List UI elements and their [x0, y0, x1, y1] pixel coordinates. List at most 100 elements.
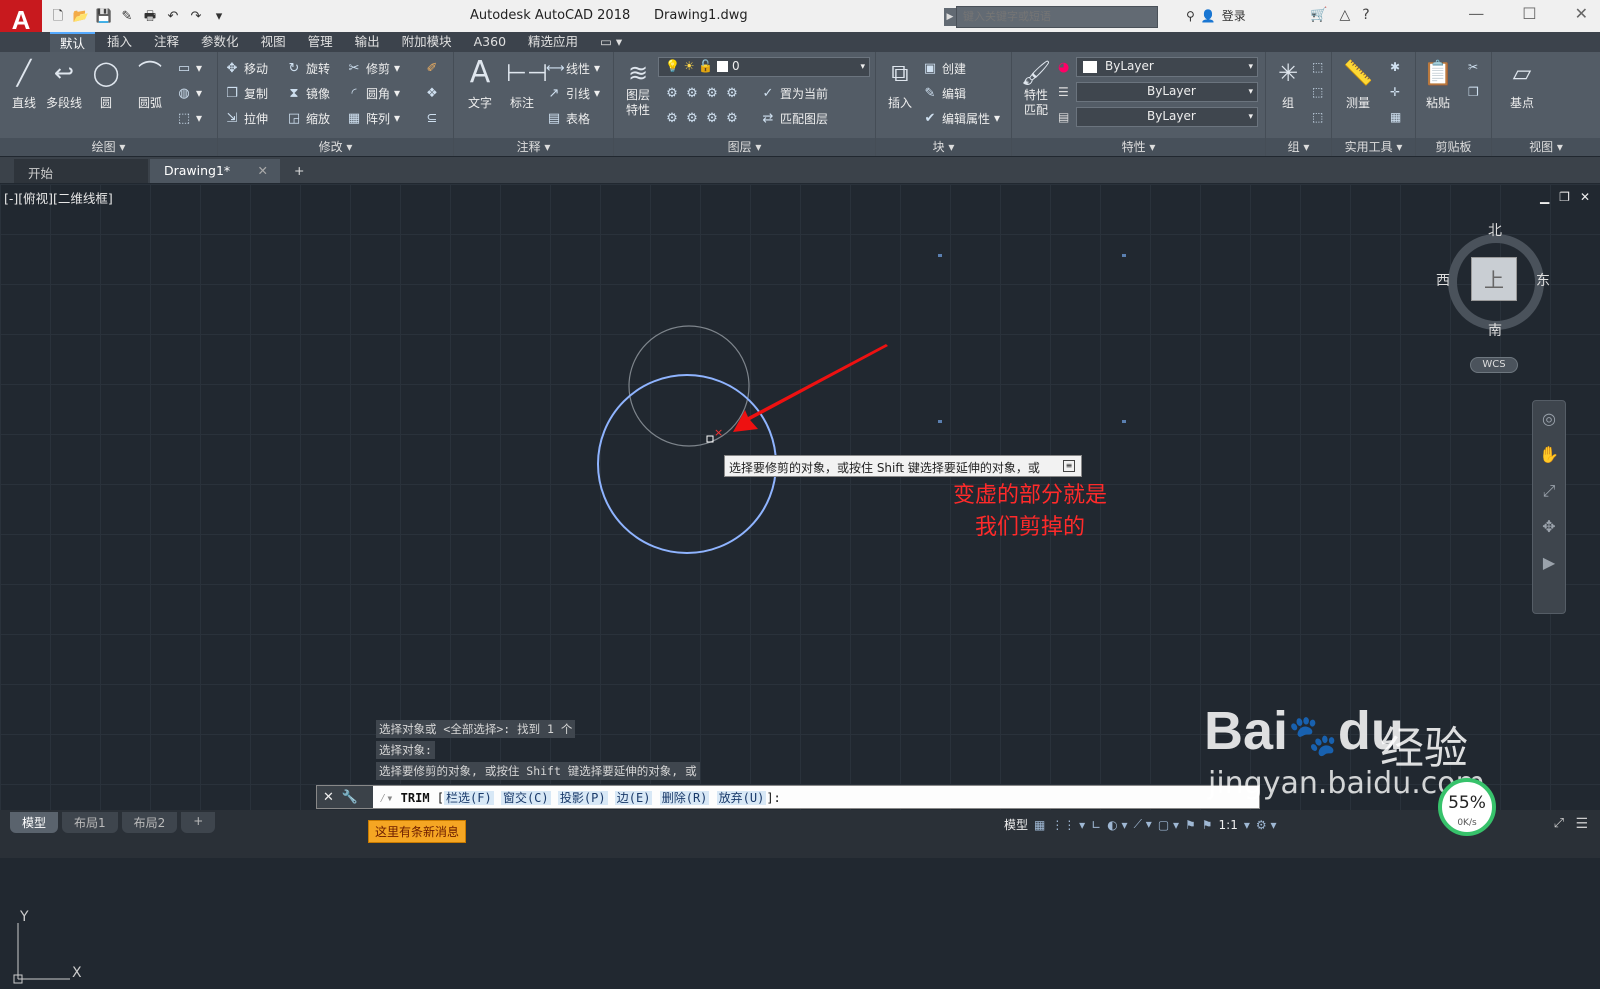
tab-default[interactable]: 默认	[50, 32, 96, 52]
pan-icon[interactable]: ✋	[1533, 437, 1565, 473]
ribbon-options-icon[interactable]: ▭ ▾	[590, 32, 632, 52]
orbit-icon[interactable]: ✥	[1533, 509, 1565, 545]
option-erase[interactable]: 删除(R)	[659, 791, 710, 805]
compass-west[interactable]: 西	[1436, 270, 1450, 290]
trim-button[interactable]: ✂ 修剪 ▾	[346, 58, 401, 78]
exchange-icon[interactable]: △	[1339, 7, 1350, 23]
command-prompt[interactable]: ⁄▾ TRIM [栏选(F) 窗交(C) 投影(P) 边(E) 删除(R) 放弃…	[379, 789, 781, 806]
help-icon[interactable]: ?	[1362, 7, 1369, 23]
workspace-gear-icon[interactable]: ⚙ ▾	[1256, 818, 1277, 832]
lineweight-icon[interactable]: ▤	[1058, 110, 1069, 124]
tab-start[interactable]: 开始	[14, 159, 148, 183]
panel-block-footer[interactable]: 块 ▾	[876, 138, 1011, 156]
dimension-button[interactable]: ⊢⊣ 标注	[500, 56, 548, 111]
panel-annotation-footer[interactable]: 注释 ▾	[454, 138, 613, 156]
viewcube-top-face[interactable]: 上	[1471, 257, 1517, 301]
option-project[interactable]: 投影(P)	[557, 791, 608, 805]
add-layout-button[interactable]: +	[181, 812, 216, 833]
point-icon[interactable]: ✛	[1390, 85, 1400, 99]
binoculars-icon[interactable]: ⚲	[1186, 9, 1195, 23]
paste-button[interactable]: 📋 粘贴	[1416, 56, 1460, 111]
ungroup-icon[interactable]: ⬚	[1312, 60, 1323, 74]
layout-tab-2[interactable]: 布局2	[121, 812, 178, 833]
close-tab-icon[interactable]: ✕	[258, 163, 268, 178]
linetype-icon[interactable]: ☰	[1058, 85, 1069, 99]
tab-parametric[interactable]: 参数化	[191, 32, 249, 52]
layout-tab-1[interactable]: 布局1	[62, 812, 118, 833]
panel-utilities-footer[interactable]: 实用工具 ▾	[1332, 138, 1415, 156]
cart-icon[interactable]: 🛒	[1310, 7, 1327, 23]
measure-button[interactable]: 📏 测量	[1336, 56, 1380, 111]
erase-button[interactable]: ✐	[424, 58, 440, 78]
compass-east[interactable]: 东	[1536, 270, 1550, 290]
close-command-icon[interactable]: ✕	[323, 790, 334, 805]
wcs-menu[interactable]: WCS	[1470, 357, 1518, 373]
calculator-icon[interactable]: ▦	[1390, 110, 1401, 124]
tab-a360[interactable]: A360	[464, 32, 516, 52]
new-file-icon[interactable]: 🗋	[48, 7, 68, 27]
move-button[interactable]: ✥ 移动	[224, 58, 268, 78]
group-select-icon[interactable]: ⬚	[1312, 110, 1323, 124]
tab-view[interactable]: 视图	[251, 32, 296, 52]
line-button[interactable]: ╱ 直线	[2, 56, 46, 111]
redo-icon[interactable]: ↷	[186, 7, 206, 27]
rectangle-button[interactable]: ▭ ▾	[176, 58, 202, 78]
copy-clip-icon[interactable]: ❐	[1468, 85, 1479, 99]
array-button[interactable]: ▦ 阵列 ▾	[346, 108, 400, 128]
qat-dropdown-icon[interactable]: ▾	[209, 7, 229, 27]
arc-button[interactable]: ⌒ 圆弧	[128, 56, 172, 111]
mirror-button[interactable]: ⧗ 镜像	[286, 83, 330, 103]
undo-icon[interactable]: ↶	[163, 7, 183, 27]
new-message-notification[interactable]: 这里有条新消息	[368, 820, 467, 843]
table-button[interactable]: ▤ 表格	[546, 108, 590, 128]
layer-tools-row1[interactable]: ⚙ ⚙ ⚙ ⚙	[664, 83, 740, 103]
hatch-button[interactable]: ◍ ▾	[176, 83, 202, 103]
grid-icon[interactable]: ▦	[1034, 818, 1045, 832]
copy-button[interactable]: ❐ 复制	[224, 83, 268, 103]
tab-featured-apps[interactable]: 精选应用	[518, 32, 588, 52]
close-icon[interactable]: ✕	[1575, 4, 1588, 23]
stretch-button[interactable]: ⇲ 拉伸	[224, 108, 268, 128]
boundary-button[interactable]: ⬚ ▾	[176, 108, 202, 128]
showmotion-icon[interactable]: ▶	[1533, 545, 1565, 581]
tab-insert[interactable]: 插入	[97, 32, 142, 52]
layout-tab-model[interactable]: 模型	[10, 812, 59, 833]
rotate-button[interactable]: ↻ 旋转	[286, 58, 330, 78]
viewcube[interactable]: 北 南 西 东 上	[1436, 223, 1552, 339]
option-crossing[interactable]: 窗交(C)	[500, 791, 551, 805]
search-expand-icon[interactable]: ▶	[944, 8, 956, 26]
annotation-visibility-icon[interactable]: ⚑	[1185, 818, 1196, 832]
panel-layers-footer[interactable]: 图层 ▾	[614, 138, 875, 156]
color-dropdown[interactable]: ByLayer ▾	[1076, 57, 1258, 77]
circle-button[interactable]: ◯ 圆	[84, 56, 128, 111]
match-layer-button[interactable]: ⇄ 匹配图层	[760, 108, 828, 128]
compass-north[interactable]: 北	[1488, 220, 1502, 240]
scale-button[interactable]: ◲ 缩放	[286, 108, 330, 128]
maximize-icon[interactable]: ☐	[1522, 4, 1536, 23]
panel-draw-footer[interactable]: 绘图 ▾	[0, 138, 217, 156]
customize-status-icon[interactable]: ☰	[1575, 816, 1588, 832]
tab-annotate[interactable]: 注释	[144, 32, 189, 52]
compass-south[interactable]: 南	[1488, 320, 1502, 340]
panel-clipboard-footer[interactable]: 剪贴板	[1416, 138, 1491, 156]
tab-manage[interactable]: 管理	[298, 32, 343, 52]
group-edit-icon[interactable]: ⬚	[1312, 85, 1323, 99]
minimize-icon[interactable]: —	[1468, 4, 1484, 23]
open-file-icon[interactable]: 📂	[71, 7, 91, 27]
layer-properties-button[interactable]: ≋ 图层 特性	[616, 56, 660, 118]
layer-dropdown[interactable]: 💡 ☀ 🔓 0 ▾	[658, 57, 870, 77]
layer-tools-row2[interactable]: ⚙ ⚙ ⚙ ⚙	[664, 108, 740, 128]
osnap-icon[interactable]: ▢ ▾	[1158, 818, 1179, 832]
option-undo[interactable]: 放弃(U)	[716, 791, 767, 805]
search-input[interactable]	[956, 6, 1158, 28]
panel-groups-footer[interactable]: 组 ▾	[1266, 138, 1331, 156]
quick-calc-icon[interactable]: ✱	[1390, 60, 1400, 74]
customize-icon[interactable]: 🔧	[342, 790, 358, 805]
edit-block-button[interactable]: ✎ 编辑	[922, 83, 966, 103]
zoom-extents-icon[interactable]: ⤢	[1533, 473, 1565, 509]
panel-properties-footer[interactable]: 特性 ▾	[1012, 138, 1265, 156]
match-properties-button[interactable]: 🖌 特性 匹配	[1014, 56, 1058, 118]
chevron-down-icon[interactable]: ▾	[1244, 818, 1250, 832]
text-button[interactable]: A 文字	[458, 56, 502, 111]
option-fence[interactable]: 栏选(F)	[444, 791, 494, 805]
